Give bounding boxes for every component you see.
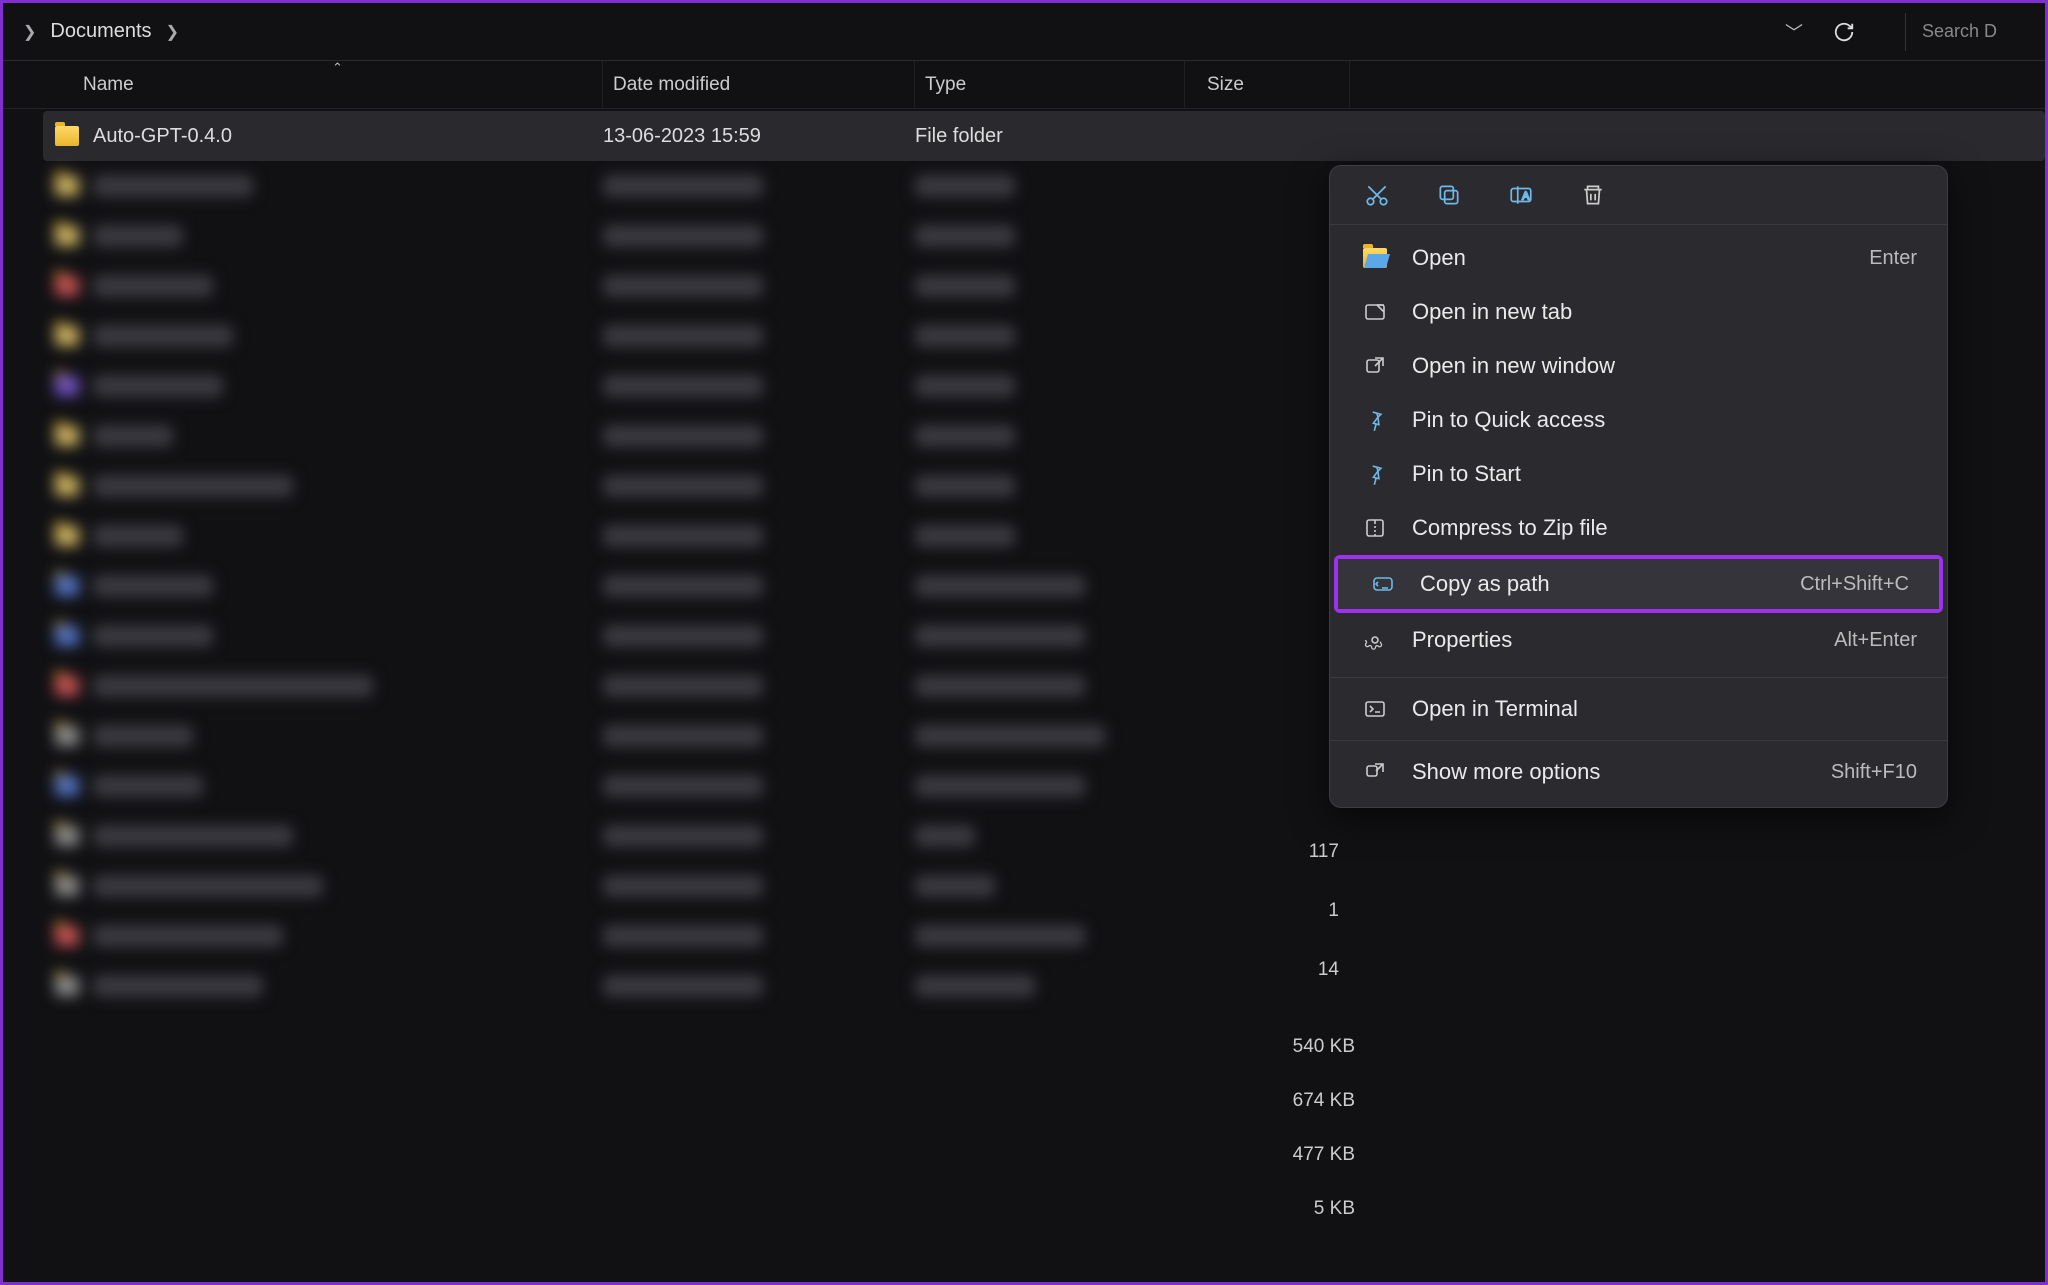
breadcrumb-chevron-icon[interactable]: ❯ (166, 22, 179, 42)
file-size: 540 KB (1283, 1036, 1355, 1058)
file-size: 477 KB (1283, 1144, 1355, 1166)
new-tab-icon (1363, 300, 1387, 324)
ctx-pin-quick-access[interactable]: Pin to Quick access (1330, 393, 1947, 447)
shortcut: Shift+F10 (1831, 761, 1917, 784)
column-headers: ⌃ Name Date modified Type Size (3, 61, 2045, 109)
shortcut: Ctrl+Shift+C (1800, 573, 1909, 596)
breadcrumb-location[interactable]: Documents (50, 20, 151, 43)
file-size: 674 KB (1283, 1090, 1355, 1112)
file-size: 14 (1299, 959, 1339, 981)
refresh-icon[interactable] (1833, 21, 1855, 43)
ctx-copy-as-path[interactable]: Copy as path Ctrl+Shift+C (1338, 559, 1939, 609)
ctx-open-terminal[interactable]: Open in Terminal (1330, 682, 1947, 736)
ctx-compress-zip[interactable]: Compress to Zip file (1330, 501, 1947, 555)
rename-icon[interactable]: A (1508, 182, 1534, 208)
more-options-icon (1363, 760, 1387, 784)
history-dropdown-icon[interactable]: ﹀ (1785, 19, 1803, 45)
context-menu-toolbar: A (1330, 174, 1947, 225)
ctx-properties[interactable]: Properties Alt+Enter (1330, 613, 1947, 667)
new-window-icon (1363, 354, 1387, 378)
ctx-pin-start[interactable]: Pin to Start (1330, 447, 1947, 501)
svg-text:A: A (1522, 190, 1530, 202)
address-bar: ❯ Documents ❯ ﹀ Search D (3, 3, 2045, 61)
file-size: 5 KB (1283, 1198, 1355, 1220)
folder-icon (55, 126, 79, 146)
context-menu: A Open Enter Open in new tab Open in new… (1329, 165, 1948, 808)
ctx-open-new-tab[interactable]: Open in new tab (1330, 285, 1947, 339)
shortcut: Alt+Enter (1834, 629, 1917, 652)
breadcrumb-chevron-icon: ❯ (23, 22, 36, 42)
properties-icon (1363, 628, 1387, 652)
breadcrumb[interactable]: ❯ Documents ❯ (23, 20, 179, 43)
column-name[interactable]: ⌃ Name (73, 61, 603, 108)
file-name: Auto-GPT-0.4.0 (93, 125, 232, 148)
pin-icon (1363, 462, 1387, 486)
pin-icon (1363, 408, 1387, 432)
ctx-show-more-options[interactable]: Show more options Shift+F10 (1330, 745, 1947, 799)
column-date[interactable]: Date modified (603, 61, 915, 108)
zip-icon (1363, 516, 1387, 540)
delete-icon[interactable] (1580, 182, 1606, 208)
search-placeholder: Search D (1922, 21, 1997, 42)
open-folder-icon (1363, 248, 1387, 268)
highlighted-copy-as-path: Copy as path Ctrl+Shift+C (1334, 555, 1943, 613)
file-row-selected[interactable]: Auto-GPT-0.4.0 13-06-2023 15:59 File fol… (43, 111, 2045, 161)
copy-icon[interactable] (1436, 182, 1462, 208)
sort-indicator-up-icon: ⌃ (332, 60, 343, 76)
ctx-open[interactable]: Open Enter (1330, 231, 1947, 285)
shortcut: Enter (1869, 247, 1917, 270)
file-size: 117 (1299, 841, 1339, 863)
terminal-icon (1363, 697, 1387, 721)
column-type[interactable]: Type (915, 61, 1185, 108)
file-type: File folder (915, 125, 1185, 148)
ctx-open-new-window[interactable]: Open in new window (1330, 339, 1947, 393)
file-date: 13-06-2023 15:59 (603, 125, 915, 148)
copy-path-icon (1371, 572, 1395, 596)
cut-icon[interactable] (1364, 182, 1390, 208)
search-input[interactable]: Search D (1905, 13, 2025, 51)
column-size[interactable]: Size (1185, 61, 1350, 108)
file-size: 1 (1299, 900, 1339, 922)
